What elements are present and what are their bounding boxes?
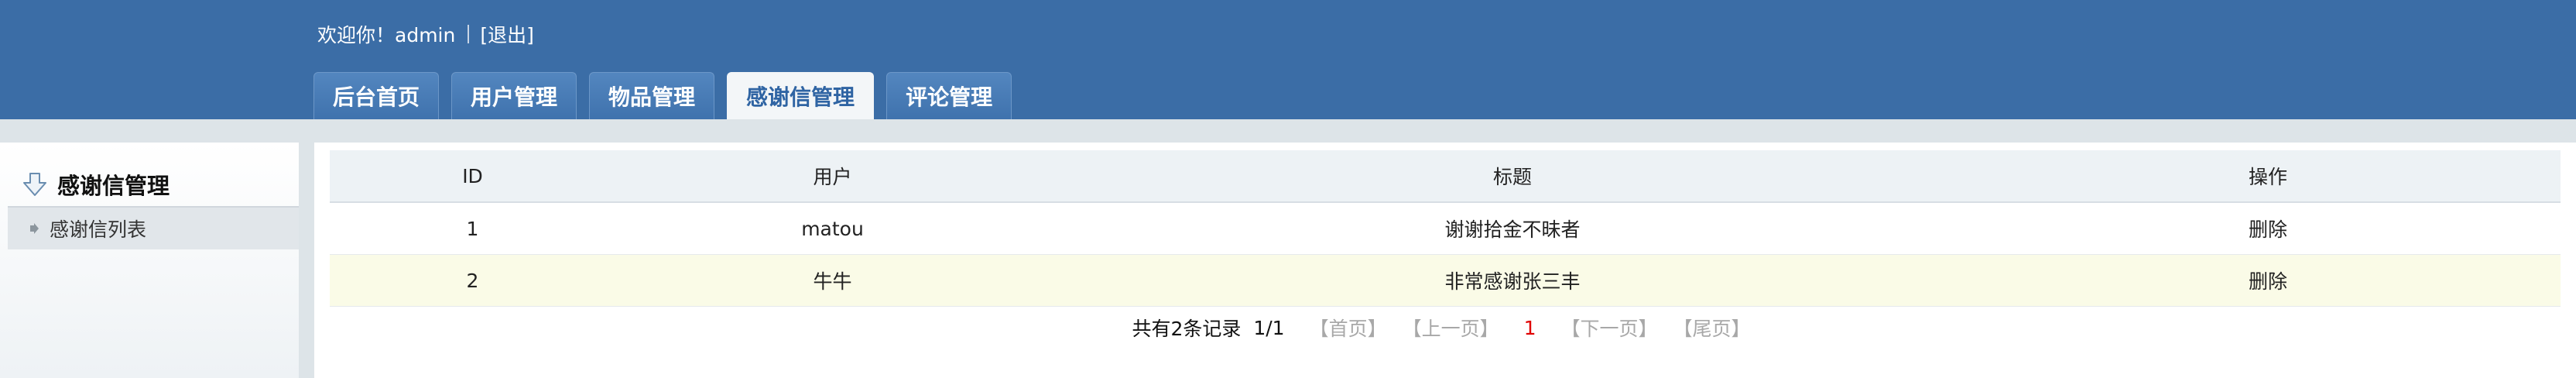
welcome-bar: 欢迎你！admin [退出] (317, 20, 534, 48)
delete-link[interactable]: 删除 (2249, 218, 2287, 241)
cell-user: 牛牛 (615, 254, 1050, 307)
sidebar-title: 感谢信管理 (57, 173, 170, 199)
table-row: 1 matou 谢谢拾金不昧者 删除 (330, 202, 2561, 255)
main-content: ID 用户 标题 操作 1 matou 谢谢拾金不昧者 删除 2 牛牛 非常感谢… (314, 143, 2576, 378)
arrow-down-icon (23, 173, 46, 196)
header-gap (0, 119, 2576, 143)
sidebar-item-thank-letter-list[interactable]: 感谢信列表 (8, 206, 299, 249)
divider (468, 25, 470, 43)
column-header-user: 用户 (615, 150, 1050, 203)
chevron-right-icon (30, 223, 39, 234)
sidebar: 感谢信管理 感谢信列表 (0, 143, 299, 378)
column-header-title: 标题 (1050, 150, 1975, 203)
column-header-action: 操作 (1975, 150, 2561, 203)
record-count: 共有2条记录 (1132, 318, 1242, 340)
first-page-link[interactable]: 【首页】 (1310, 314, 1387, 342)
cell-user: matou (615, 202, 1050, 255)
tab-home[interactable]: 后台首页 (313, 72, 440, 119)
table-header-row: ID 用户 标题 操作 (330, 150, 2561, 203)
top-header: 欢迎你！admin [退出] 后台首页 用户管理 物品管理 感谢信管理 评论管理 (0, 0, 2576, 119)
table-row: 2 牛牛 非常感谢张三丰 删除 (330, 254, 2561, 307)
tab-thank-letter-management[interactable]: 感谢信管理 (727, 72, 875, 119)
next-page-link[interactable]: 【下一页】 (1561, 314, 1658, 342)
cell-id: 2 (330, 254, 615, 307)
main-nav-tabs: 后台首页 用户管理 物品管理 感谢信管理 评论管理 (313, 72, 1024, 119)
cell-title: 谢谢拾金不昧者 (1050, 202, 1975, 255)
page-info: 1/1 (1253, 316, 1285, 339)
cell-id: 1 (330, 202, 615, 255)
cell-action: 删除 (1975, 202, 2561, 255)
thank-letter-table: ID 用户 标题 操作 1 matou 谢谢拾金不昧者 删除 2 牛牛 非常感谢… (330, 150, 2561, 307)
tab-item-management[interactable]: 物品管理 (589, 72, 715, 119)
pagination: 共有2条记录 1/1 【首页】 【上一页】 1 【下一页】 【尾页】 (314, 308, 2576, 347)
logout-link[interactable]: [退出] (480, 20, 534, 48)
column-header-id: ID (330, 150, 615, 203)
welcome-text: 欢迎你！admin (317, 24, 456, 46)
last-page-link[interactable]: 【尾页】 (1673, 314, 1751, 342)
sidebar-header: 感谢信管理 (22, 164, 170, 204)
tab-user-management[interactable]: 用户管理 (451, 72, 577, 119)
tab-comment-management[interactable]: 评论管理 (886, 72, 1012, 119)
current-page-link[interactable]: 1 (1524, 317, 1536, 339)
cell-action: 删除 (1975, 254, 2561, 307)
cell-title: 非常感谢张三丰 (1050, 254, 1975, 307)
prev-page-link[interactable]: 【上一页】 (1403, 314, 1499, 342)
sidebar-item-label: 感谢信列表 (50, 218, 147, 241)
delete-link[interactable]: 删除 (2249, 270, 2287, 293)
